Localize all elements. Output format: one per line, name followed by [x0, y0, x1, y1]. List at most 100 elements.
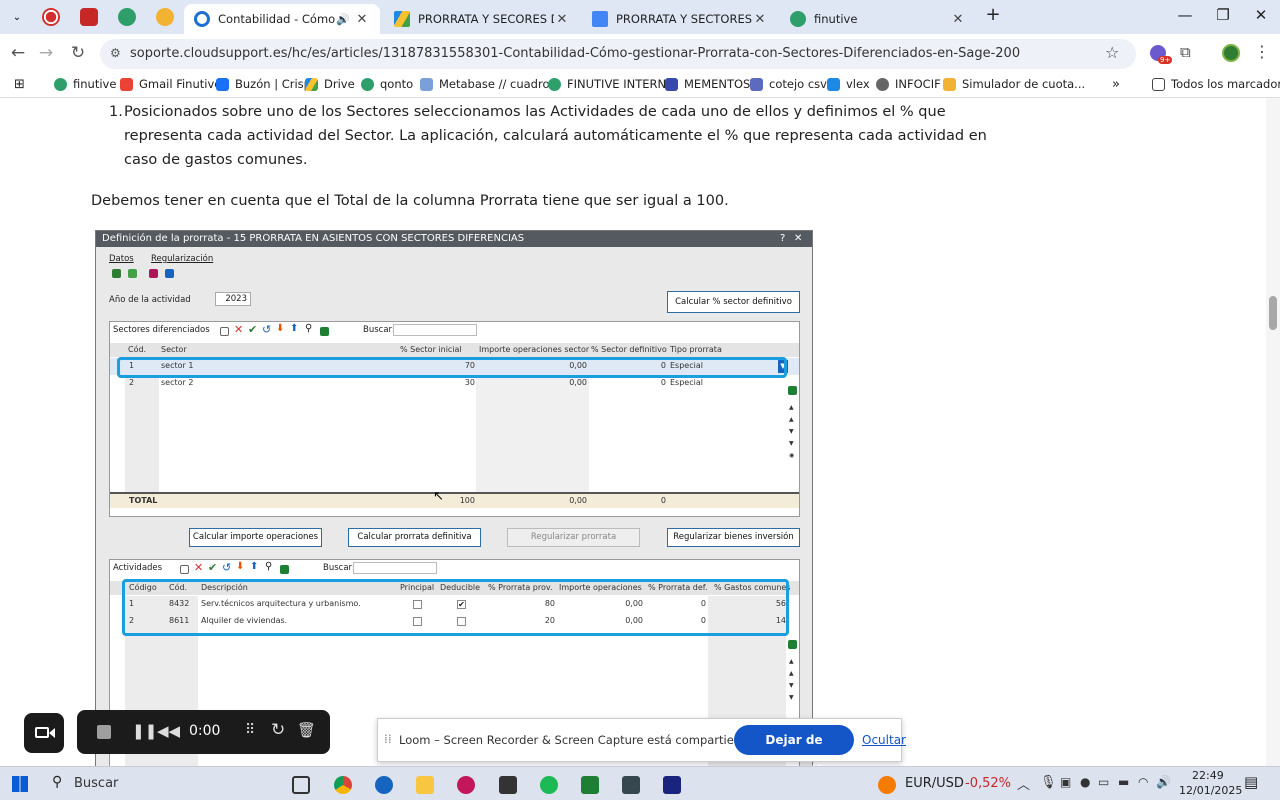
tab-search-icon[interactable]: ⌄ [8, 9, 26, 27]
close-tab-icon[interactable]: ✕ [554, 12, 570, 27]
bookmark-label: Simulador de cuota... [962, 77, 1086, 91]
bookmark-vlex[interactable]: vlex [827, 77, 870, 91]
notifications-icon[interactable]: ▤ [1244, 773, 1258, 791]
sage-window-title: Definición de la prorrata - 15 PRORRATA … [96, 231, 812, 247]
scrollbar-thumb[interactable] [1269, 296, 1277, 330]
wifi-icon[interactable]: ◠ [1138, 775, 1148, 789]
windows-taskbar: ⚲ Buscar EUR/USD -0,52% ︿ 🎙 ▣ ● ▭ ▬ ◠ 🔊 … [0, 766, 1280, 800]
bookmark-infocif[interactable]: INFOCIF [876, 77, 941, 91]
notes-icon[interactable] [499, 776, 517, 794]
pinned-tab-app-icon[interactable] [80, 8, 98, 26]
search-label: Buscar: [363, 325, 395, 335]
undo-icon: ↺ [262, 323, 272, 336]
microphone-icon[interactable]: 🎙 [1040, 775, 1057, 790]
apps-grid-icon[interactable]: ⊞ [14, 77, 25, 92]
tab-contabilidad[interactable]: Contabilidad - Cómo gestio 🔊 ✕ [184, 4, 380, 34]
bookmark-finutive-interno[interactable]: FINUTIVE INTERNO [548, 77, 675, 91]
audio-icon[interactable]: 🔊 [336, 13, 354, 26]
extensions-puzzle-icon[interactable]: ⧉ [1180, 43, 1191, 61]
search-app-icon[interactable] [375, 776, 393, 794]
excel-icon[interactable] [581, 776, 599, 794]
bookmark-gmail[interactable]: Gmail Finutive [120, 77, 221, 91]
pinned-tab-finutive-icon[interactable] [118, 8, 136, 26]
chrome-icon[interactable] [334, 776, 352, 794]
hide-link[interactable]: Ocultar [862, 733, 906, 747]
drag-grip-icon[interactable]: ⠿ [245, 722, 255, 738]
bookmark-label: Metabase // cuadro... [439, 77, 561, 91]
snipping-icon[interactable] [457, 776, 475, 794]
clock-date[interactable]: 12/01/2025 [1179, 784, 1242, 797]
volume-icon[interactable]: 🔊 [1156, 775, 1171, 789]
task-view-icon[interactable] [292, 776, 310, 794]
bookmark-drive[interactable]: Drive [305, 77, 355, 91]
tab-prorrata-docs[interactable]: PRORRATA Y SECTORES DIFERE ✕ [582, 4, 778, 34]
list-item-line-1: Posicionados sobre uno de los Sectores s… [124, 104, 946, 120]
reload-icon[interactable]: ↻ [66, 41, 90, 65]
browser-toolbar: ← → ↻ ⚙ soporte.cloudsupport.es/hc/es/ar… [0, 34, 1280, 72]
bookmark-label: FINUTIVE INTERNO [567, 77, 676, 91]
calculator-icon[interactable] [622, 776, 640, 794]
camera-tray-icon[interactable]: ▣ [1060, 775, 1071, 789]
search-field [393, 324, 477, 336]
spotify-icon[interactable] [540, 776, 558, 794]
qonto-icon [361, 77, 374, 91]
back-icon[interactable]: ← [6, 41, 30, 65]
close-window-button[interactable]: ✕ [1246, 6, 1276, 24]
stop-recording-button[interactable] [97, 725, 111, 739]
loom-camera-button[interactable] [24, 713, 64, 753]
bookmark-star-icon[interactable]: ☆ [1105, 43, 1119, 62]
excel-icon [280, 565, 289, 574]
search-field [353, 562, 437, 574]
windows-start-icon[interactable] [12, 776, 28, 792]
search-icon: ⚲ [265, 561, 273, 572]
show-hidden-icons[interactable]: ︿ [1017, 774, 1030, 793]
pinned-tab-grid-icon[interactable] [156, 8, 174, 26]
forward-icon[interactable]: → [34, 41, 58, 65]
bookmark-simulador[interactable]: Simulador de cuota... [943, 77, 1085, 91]
display-icon[interactable]: ▭ [1098, 775, 1109, 789]
page-scrollbar[interactable] [1266, 98, 1280, 766]
taskbar-search[interactable]: ⚲ Buscar [44, 771, 280, 797]
close-tab-icon[interactable]: ✕ [752, 12, 768, 27]
restart-icon[interactable]: ↻ [271, 720, 285, 740]
battery-icon[interactable]: ▬ [1118, 775, 1129, 789]
ticker-label[interactable]: EUR/USD [905, 776, 964, 791]
year-label: Año de la actividad [109, 295, 191, 305]
new-tab-button[interactable]: + [978, 4, 1008, 25]
bookmark-label: Gmail Finutive [139, 77, 222, 91]
mouse-cursor: ↖ [433, 489, 444, 504]
drive-icon [305, 77, 318, 91]
pinned-tab-red-icon[interactable] [42, 8, 60, 26]
close-tab-icon[interactable]: ✕ [354, 12, 370, 27]
minimize-button[interactable]: — [1170, 6, 1200, 24]
tab-prorrata-drive[interactable]: PRORRATA Y SECORES DIFEREN ✕ [384, 4, 580, 34]
col-header: % Sector inicial [400, 345, 462, 354]
maximize-button[interactable]: ❐ [1208, 6, 1238, 24]
address-bar[interactable]: ⚙ soporte.cloudsupport.es/hc/es/articles… [100, 39, 1136, 69]
drag-handle-icon[interactable]: ⁞⁞ [384, 732, 392, 746]
close-tab-icon[interactable]: ✕ [950, 12, 966, 27]
camera-lens-icon [49, 728, 55, 738]
profile-avatar[interactable] [1222, 44, 1240, 62]
bookmark-qonto[interactable]: qonto [361, 77, 413, 91]
clock-time[interactable]: 22:49 [1192, 769, 1224, 782]
bookmark-mementos[interactable]: MEMENTOS [665, 77, 750, 91]
tab-title: PRORRATA Y SECTORES DIFERE [616, 12, 752, 26]
sage-app-icon[interactable] [663, 776, 681, 794]
pause-icon[interactable]: ❚❚ [132, 722, 157, 740]
bookmark-cotejo[interactable]: cotejo csv [750, 77, 827, 91]
delete-recording-icon[interactable]: 🗑 [297, 721, 316, 739]
more-bookmarks-icon[interactable]: » [1112, 77, 1120, 92]
all-bookmarks[interactable]: Todos los marcadores [1152, 77, 1280, 91]
site-info-icon[interactable]: ⚙ [110, 46, 121, 60]
bookmark-finutive[interactable]: finutive [54, 77, 116, 91]
tab-finutive[interactable]: finutive ✕ [780, 4, 976, 34]
rewind-icon[interactable]: ◀◀ [157, 722, 180, 740]
file-explorer-icon[interactable] [416, 776, 434, 794]
bookmark-label: MEMENTOS [684, 77, 751, 91]
stop-sharing-button[interactable]: Dejar de compartir [734, 725, 854, 777]
browser-menu-icon[interactable]: ⋮ [1254, 42, 1270, 61]
mic-tray-icon[interactable]: ● [1080, 775, 1090, 789]
bookmark-crisp[interactable]: Buzón | Crisp [216, 77, 311, 91]
bookmark-metabase[interactable]: Metabase // cuadro... [420, 77, 560, 91]
